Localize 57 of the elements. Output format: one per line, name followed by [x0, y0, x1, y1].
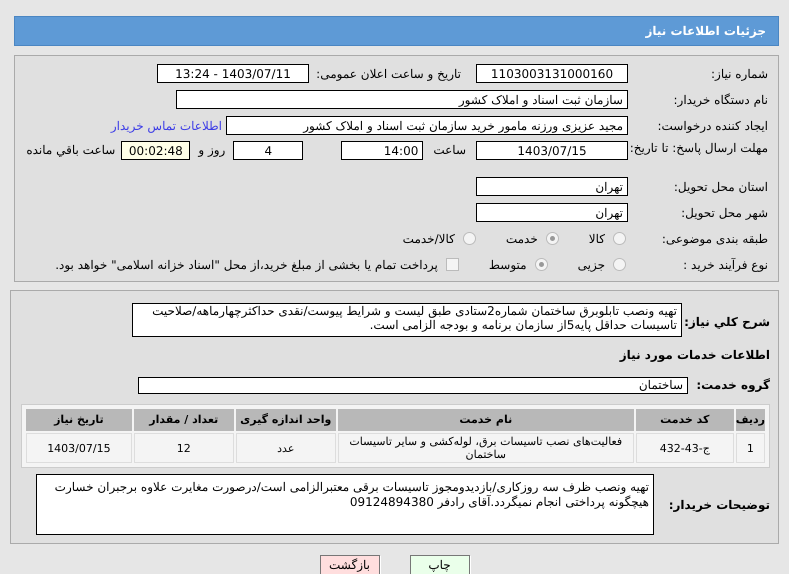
table-cell: 12	[134, 433, 234, 463]
radio-label: کالا/خدمت	[402, 230, 455, 248]
buyer-notes-textarea[interactable]: تهیه ونصب ظرف سه روزکاری/بازدیدومجوز تاسیسات برقی معتبرالزامی است/درصورت مغایرت علاوه برجبران خسارت هیچگونه پرداختی انجام نمیگردد.آقای رادفر 09124894380	[36, 474, 654, 535]
column-header: تاریخ نیاز	[26, 409, 132, 431]
field-label: شماره نیاز:	[710, 66, 768, 82]
table-cell: 1403/07/15	[26, 433, 132, 463]
column-header: ردیف	[736, 409, 765, 431]
table-cell: فعالیت‌های نصب تاسیسات برق، لوله‌کشی و سایر تاسیسات ساختمان	[338, 433, 634, 463]
deadline-time-field[interactable]: 14:00	[341, 141, 424, 160]
field-label: مهلت ارسال پاسخ: تا تاریخ:	[628, 141, 768, 156]
field-label: طبقه بندی موضوعی:	[660, 230, 768, 248]
buyer-contact-link[interactable]: اطلاعات تماس خریدار	[110, 116, 222, 134]
radio-label: متوسط	[488, 256, 527, 274]
announce-date-field[interactable]: 1403/07/11 - 13:24	[157, 64, 309, 83]
days-field[interactable]: 4	[233, 141, 304, 160]
service-group-field[interactable]: ساختمان	[138, 376, 688, 394]
city-field[interactable]: تهران	[476, 203, 628, 222]
payment-note: پرداخت تمام یا بخشی از مبلغ خرید،از محل "اسناد خزانه اسلامی" خواهد بود.	[55, 256, 438, 274]
table-cell: عدد	[236, 433, 336, 463]
print-button[interactable]: چاپ	[410, 555, 470, 574]
radio-button[interactable]	[613, 232, 626, 245]
field-label: استان محل تحویل:	[672, 178, 768, 196]
days-label: روز و	[198, 142, 226, 159]
description-textarea[interactable]: تهیه ونصب تابلوبرق ساختمان شماره2ستادی طبق لیست و شرایط پیوست/نقدی حداکثرچهارماهه/صلاحیت تاسیسات حداقل پایه5از سازمان برنامه و بودجه الزامی است.	[132, 303, 682, 337]
table-cell: 1	[736, 433, 765, 463]
radio-label: کالا	[588, 230, 605, 248]
field-label: شهر محل تحویل:	[680, 204, 768, 222]
section-heading: اطلاعات خدمات مورد نیاز	[618, 347, 770, 364]
radio-button[interactable]	[534, 258, 548, 271]
column-header: تعداد / مقدار	[134, 409, 234, 431]
deadline-date-field[interactable]: 1403/07/15	[476, 141, 628, 160]
field-label: تاریخ و ساعت اعلان عمومی:	[315, 66, 461, 82]
back-button[interactable]: بازگشت	[320, 555, 380, 574]
buyer-org-field[interactable]: سازمان ثبت اسناد و املاک کشور	[176, 90, 628, 109]
field-label: ایجاد کننده درخواست:	[656, 118, 768, 134]
column-header: نام خدمت	[338, 409, 634, 431]
time-label: ساعت	[433, 142, 466, 159]
checkbox[interactable]	[446, 258, 459, 271]
radio-button[interactable]	[546, 232, 559, 245]
field-label: نام دستگاه خریدار:	[672, 92, 768, 108]
field-label: شرح کلي نیاز:	[683, 314, 770, 331]
column-header: واحد اندازه گیری	[236, 409, 336, 431]
field-label: گروه خدمت:	[695, 377, 770, 394]
radio-button[interactable]	[462, 232, 476, 245]
radio-label: خدمت	[506, 230, 538, 248]
remaining-label: ساعت باقي مانده	[26, 142, 116, 159]
province-field[interactable]: تهران	[476, 177, 628, 196]
page-title: جزئیات اطلاعات نیاز	[645, 23, 766, 40]
field-label: نوع فرآیند خرید :	[682, 256, 768, 274]
field-label: توضیحات خریدار:	[668, 496, 770, 514]
radio-button[interactable]	[613, 258, 626, 271]
column-header: کد خدمت	[636, 409, 734, 431]
table-cell: ج-43-432	[636, 433, 734, 463]
creator-field[interactable]: مجید عزیزی ورزنه مامور خرید سازمان ثبت اسناد و املاک کشور	[226, 116, 628, 135]
radio-label: جزیی	[578, 256, 605, 274]
need-number-field[interactable]: 1103003131000160	[476, 64, 628, 83]
remaining-time-field[interactable]: 00:02:48	[121, 141, 190, 160]
